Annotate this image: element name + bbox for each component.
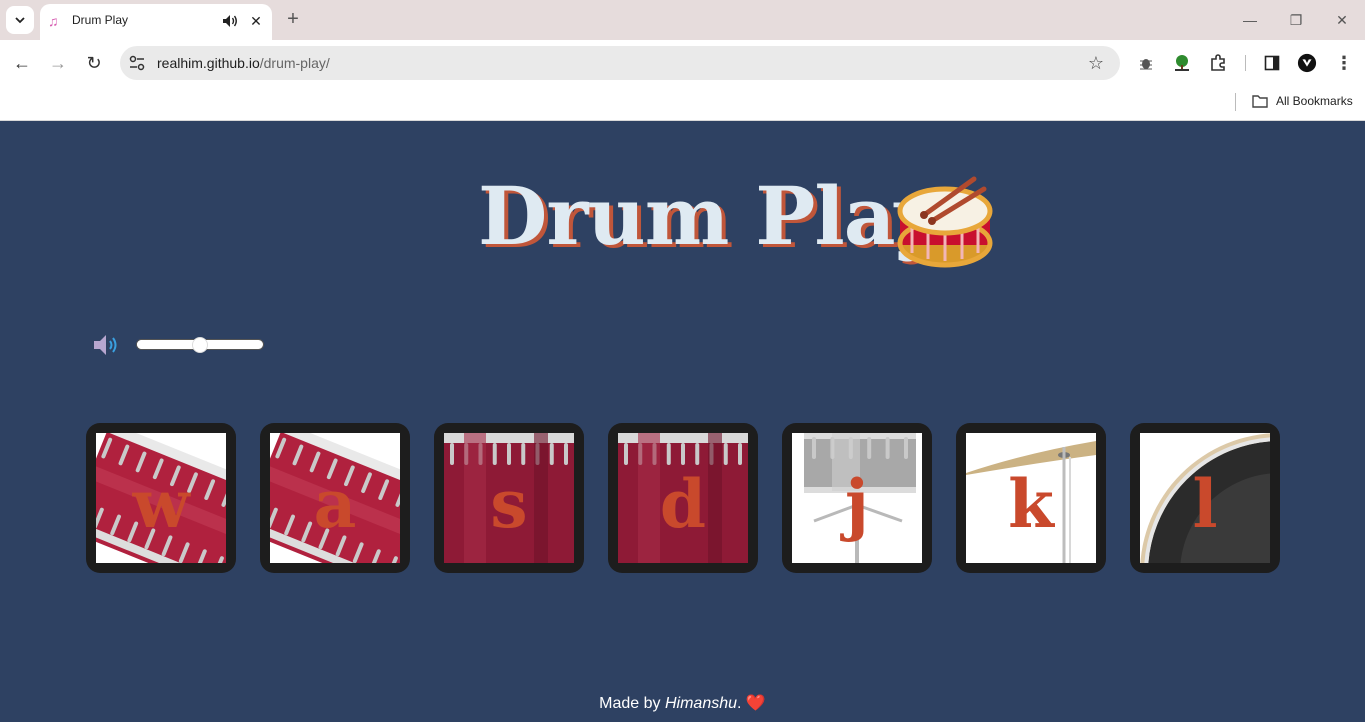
- footer-author[interactable]: Himanshu: [665, 695, 737, 712]
- pad-key-label: d: [659, 465, 707, 543]
- all-bookmarks-link[interactable]: All Bookmarks: [1276, 94, 1353, 108]
- site-info-icon[interactable]: [128, 54, 146, 72]
- url-text: realhim.github.io/drum-play/: [157, 55, 330, 71]
- folder-icon: [1252, 95, 1268, 108]
- star-icon[interactable]: ☆: [1086, 53, 1106, 73]
- footer: Made by Himanshu. ❤️: [0, 693, 1365, 713]
- drum-pad-a[interactable]: a: [260, 423, 410, 573]
- address-bar[interactable]: realhim.github.io/drum-play/ ☆: [120, 46, 1120, 80]
- close-window-icon[interactable]: ✕: [1328, 8, 1356, 32]
- minimize-icon[interactable]: —: [1236, 8, 1264, 32]
- reload-icon[interactable]: ↻: [80, 49, 108, 77]
- close-icon[interactable]: ✕: [248, 12, 264, 30]
- footer-suffix: .: [737, 695, 742, 712]
- bookmarks-divider: [1235, 93, 1236, 111]
- active-tab[interactable]: ♫ Drum Play ✕: [40, 4, 272, 40]
- pad-key-label: l: [1192, 465, 1218, 543]
- pad-key-label: a: [313, 465, 357, 543]
- volume-slider[interactable]: [136, 337, 264, 353]
- browser-toolbar: ← → ↻ realhim.github.io/drum-play/ ☆ ⋮: [0, 40, 1365, 86]
- drum-play-page: Drum Play w a s d j k l Made by Himanshu…: [0, 121, 1365, 722]
- drum-pad-j[interactable]: j: [782, 423, 932, 573]
- tab-title: Drum Play: [72, 13, 129, 27]
- pad-key-label: w: [132, 465, 190, 543]
- drum-pad-k[interactable]: k: [956, 423, 1106, 573]
- pad-key-label: s: [490, 465, 528, 543]
- down-chevron-icon: [15, 17, 25, 24]
- url-host: realhim.github.io: [157, 55, 260, 71]
- volume-icon[interactable]: [92, 332, 120, 358]
- drum-pad-w[interactable]: w: [86, 423, 236, 573]
- bookmarks-bar: All Bookmarks: [0, 86, 1365, 121]
- footer-prefix: Made by: [599, 695, 661, 712]
- profile-icon[interactable]: [1297, 53, 1317, 73]
- tom-1-image: w: [96, 433, 226, 563]
- snare-image: j: [792, 433, 922, 563]
- toolbar-divider: [1245, 55, 1246, 71]
- tab-strip: ♫ Drum Play ✕ + — ❐ ✕: [0, 0, 1365, 40]
- drum-pad-d[interactable]: d: [608, 423, 758, 573]
- drum-icon: [897, 176, 993, 268]
- cymbal-image: k: [966, 433, 1096, 563]
- tab-search-button[interactable]: [6, 6, 34, 34]
- url-path: /drum-play/: [259, 55, 330, 71]
- pad-key-label: k: [1008, 465, 1054, 543]
- restore-icon[interactable]: ❐: [1282, 8, 1310, 32]
- heart-icon: ❤️: [745, 695, 766, 712]
- puzzle-icon[interactable]: [1208, 53, 1228, 73]
- speaker-icon[interactable]: [222, 12, 238, 30]
- forward-arrow-icon[interactable]: →: [44, 49, 72, 77]
- tom-3-image: s: [444, 433, 574, 563]
- drum-pad-l[interactable]: l: [1130, 423, 1280, 573]
- volume-slider-thumb[interactable]: [192, 337, 208, 353]
- plus-icon[interactable]: +: [282, 8, 304, 30]
- tom-4-image: d: [618, 433, 748, 563]
- music-note-icon: ♫: [48, 13, 59, 29]
- volume-slider-fill: [137, 340, 200, 349]
- back-arrow-icon[interactable]: ←: [8, 49, 36, 77]
- kick-image: l: [1140, 433, 1270, 563]
- more-icon[interactable]: ⋮: [1334, 53, 1354, 73]
- bug-icon[interactable]: [1136, 53, 1156, 73]
- page-title: Drum Play: [478, 169, 941, 263]
- drum-pad-s[interactable]: s: [434, 423, 584, 573]
- side-panel-icon[interactable]: [1262, 53, 1282, 73]
- tom-2-image: a: [270, 433, 400, 563]
- tree-icon[interactable]: [1172, 53, 1192, 73]
- pad-key-label: j: [845, 465, 869, 543]
